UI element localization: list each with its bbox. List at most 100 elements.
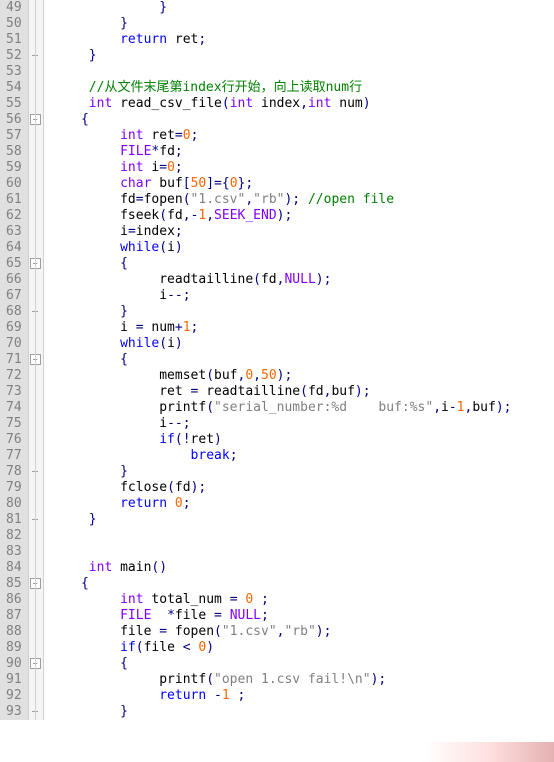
line-number: 71 bbox=[0, 352, 28, 368]
code-line[interactable]: if(file < 0) bbox=[50, 640, 554, 656]
code-line[interactable]: return ret; bbox=[50, 32, 554, 48]
token-punc: ( bbox=[183, 192, 191, 207]
code-line[interactable]: return 0; bbox=[50, 496, 554, 512]
token-num: 0 bbox=[175, 496, 183, 511]
token-op: = bbox=[230, 592, 238, 607]
token-norm: index bbox=[253, 96, 300, 111]
line-number: 50 bbox=[0, 16, 28, 32]
token-op: = bbox=[214, 176, 222, 191]
token-norm: ret bbox=[191, 432, 214, 447]
code-line[interactable]: } bbox=[50, 464, 554, 480]
token-type: int bbox=[308, 96, 331, 111]
token-punc: ) bbox=[175, 240, 183, 255]
token-punc: } bbox=[120, 464, 128, 479]
code-line[interactable]: readtailline(fd,NULL); bbox=[50, 272, 554, 288]
code-line[interactable]: i=index; bbox=[50, 224, 554, 240]
code-line[interactable]: return -1 ; bbox=[50, 688, 554, 704]
token-norm: i bbox=[50, 416, 167, 431]
code-line[interactable]: while(i) bbox=[50, 240, 554, 256]
token-punc: ; bbox=[183, 496, 191, 511]
token-str: "1.csv" bbox=[222, 624, 277, 639]
code-line[interactable]: int ret=0; bbox=[50, 128, 554, 144]
token-func: printf bbox=[159, 400, 206, 415]
code-line[interactable]: fd=fopen("1.csv","rb"); //open file bbox=[50, 192, 554, 208]
code-line[interactable]: ret = readtailline(fd,buf); bbox=[50, 384, 554, 400]
line-number: 57 bbox=[0, 128, 28, 144]
token-norm bbox=[253, 592, 261, 607]
code-line[interactable]: i = num+1; bbox=[50, 320, 554, 336]
token-punc: ( bbox=[167, 480, 175, 495]
token-punc: ); bbox=[355, 384, 371, 399]
token-punc: ( bbox=[253, 272, 261, 287]
token-num: 50 bbox=[191, 176, 207, 191]
code-line[interactable]: file = fopen("1.csv","rb"); bbox=[50, 624, 554, 640]
token-norm bbox=[50, 672, 160, 687]
code-line[interactable]: printf("serial_number:%d buf:%s",i-1,buf… bbox=[50, 400, 554, 416]
code-line[interactable]: break; bbox=[50, 448, 554, 464]
token-punc: , bbox=[183, 208, 191, 223]
code-line[interactable]: int read_csv_file(int index,int num) bbox=[50, 96, 554, 112]
code-line[interactable]: { bbox=[50, 112, 554, 128]
code-line[interactable]: printf("open 1.csv fail!\n"); bbox=[50, 672, 554, 688]
fold-column[interactable]: −−−−− bbox=[28, 0, 44, 720]
code-area[interactable]: } } return ret; } //从文件末尾第index行开始，向上读取n… bbox=[44, 0, 554, 720]
token-punc: ); bbox=[277, 208, 293, 223]
code-line[interactable]: } bbox=[50, 48, 554, 64]
token-norm: num bbox=[144, 320, 175, 335]
code-line[interactable]: fseek(fd,-1,SEEK_END); bbox=[50, 208, 554, 224]
token-punc: ( bbox=[206, 672, 214, 687]
code-line[interactable]: if(!ret) bbox=[50, 432, 554, 448]
code-line[interactable]: } bbox=[50, 0, 554, 16]
code-line[interactable] bbox=[50, 528, 554, 544]
token-punc: { bbox=[120, 352, 128, 367]
code-line[interactable]: { bbox=[50, 256, 554, 272]
line-number: 54 bbox=[0, 80, 28, 96]
line-number: 65 bbox=[0, 256, 28, 272]
token-op: = bbox=[128, 224, 136, 239]
code-line[interactable]: { bbox=[50, 656, 554, 672]
line-number-gutter: 4950515253545556575859606162636465666768… bbox=[0, 0, 28, 720]
line-number: 85 bbox=[0, 576, 28, 592]
code-line[interactable] bbox=[50, 64, 554, 80]
code-line[interactable]: //从文件末尾第index行开始，向上读取num行 bbox=[50, 80, 554, 96]
token-norm: ret bbox=[144, 128, 175, 143]
code-line[interactable]: int i=0; bbox=[50, 160, 554, 176]
code-line[interactable]: } bbox=[50, 512, 554, 528]
token-op: = bbox=[159, 624, 167, 639]
token-norm bbox=[50, 256, 120, 271]
token-norm: ret bbox=[50, 384, 191, 399]
code-line[interactable]: i--; bbox=[50, 288, 554, 304]
code-line[interactable]: } bbox=[50, 304, 554, 320]
token-norm: buf bbox=[151, 176, 182, 191]
token-op: < bbox=[183, 640, 191, 655]
token-norm bbox=[112, 96, 120, 111]
code-line[interactable]: char buf[50]={0}; bbox=[50, 176, 554, 192]
line-number: 83 bbox=[0, 544, 28, 560]
code-line[interactable]: int main() bbox=[50, 560, 554, 576]
code-line[interactable]: i--; bbox=[50, 416, 554, 432]
code-line[interactable]: FILE*fd; bbox=[50, 144, 554, 160]
line-number: 90 bbox=[0, 656, 28, 672]
token-punc: ; bbox=[191, 320, 199, 335]
line-number: 61 bbox=[0, 192, 28, 208]
token-punc: ; bbox=[261, 608, 269, 623]
token-kw: while bbox=[120, 336, 159, 351]
token-norm bbox=[50, 608, 120, 623]
token-punc: ); bbox=[496, 400, 512, 415]
token-macro: NULL bbox=[284, 272, 315, 287]
code-line[interactable]: memset(buf,0,50); bbox=[50, 368, 554, 384]
code-line[interactable]: { bbox=[50, 576, 554, 592]
token-norm bbox=[50, 144, 120, 159]
token-kw: if bbox=[159, 432, 175, 447]
code-line[interactable]: { bbox=[50, 352, 554, 368]
line-number: 88 bbox=[0, 624, 28, 640]
code-line[interactable]: } bbox=[50, 16, 554, 32]
token-norm bbox=[206, 688, 214, 703]
code-line[interactable]: while(i) bbox=[50, 336, 554, 352]
token-norm bbox=[50, 560, 89, 575]
code-line[interactable]: FILE *file = NULL; bbox=[50, 608, 554, 624]
code-line[interactable]: int total_num = 0 ; bbox=[50, 592, 554, 608]
code-line[interactable]: } bbox=[50, 704, 554, 720]
code-line[interactable] bbox=[50, 544, 554, 560]
code-line[interactable]: fclose(fd); bbox=[50, 480, 554, 496]
